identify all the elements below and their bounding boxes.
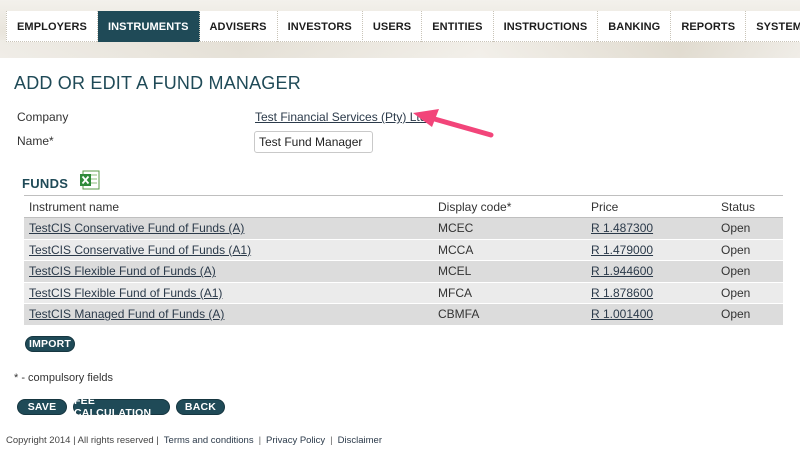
instrument-link[interactable]: TestCIS Flexible Fund of Funds (A1)	[29, 286, 222, 300]
table-row: TestCIS Conservative Fund of Funds (A1) …	[24, 239, 783, 261]
cell-code: MFCA	[433, 282, 586, 304]
instrument-link[interactable]: TestCIS Flexible Fund of Funds (A)	[29, 264, 216, 278]
instrument-link[interactable]: TestCIS Managed Fund of Funds (A)	[29, 307, 224, 321]
cell-code: MCCA	[433, 239, 586, 261]
name-label: Name*	[17, 134, 54, 148]
main-nav: EMPLOYERS INSTRUMENTS ADVISERS INVESTORS…	[6, 11, 800, 42]
nav-banking[interactable]: BANKING	[598, 11, 672, 42]
cell-price: R 1.001400	[586, 303, 716, 326]
column-header-price: Price	[586, 195, 716, 218]
cell-status: Open	[716, 239, 783, 261]
terms-link[interactable]: Terms and conditions	[164, 435, 254, 446]
instrument-link[interactable]: TestCIS Conservative Fund of Funds (A1)	[29, 243, 251, 257]
company-label: Company	[17, 110, 69, 124]
table-row: TestCIS Flexible Fund of Funds (A) MCEL …	[24, 260, 783, 283]
nav-system[interactable]: SYSTEM	[746, 11, 800, 42]
disclaimer-link[interactable]: Disclaimer	[338, 435, 382, 446]
funds-heading: FUNDS	[22, 176, 69, 191]
excel-icon[interactable]	[79, 170, 101, 190]
nav-advisers[interactable]: ADVISERS	[200, 11, 278, 42]
cell-price: R 1.878600	[586, 282, 716, 304]
cell-instrument: TestCIS Conservative Fund of Funds (A1)	[24, 239, 433, 261]
cell-price: R 1.944600	[586, 260, 716, 283]
table-row: TestCIS Flexible Fund of Funds (A1) MFCA…	[24, 282, 783, 304]
nav-instructions[interactable]: INSTRUCTIONS	[494, 11, 599, 42]
nav-employers[interactable]: EMPLOYERS	[7, 11, 98, 42]
page-title: ADD OR EDIT A FUND MANAGER	[14, 73, 301, 93]
import-button[interactable]: IMPORT	[25, 336, 75, 352]
price-link[interactable]: R 1.479000	[591, 243, 653, 257]
cell-status: Open	[716, 217, 783, 240]
annotation-arrow-icon	[413, 109, 494, 138]
cell-instrument: TestCIS Flexible Fund of Funds (A)	[24, 260, 433, 283]
footer-separator: |	[258, 435, 262, 446]
cell-code: MCEL	[433, 260, 586, 283]
cell-instrument: TestCIS Managed Fund of Funds (A)	[24, 303, 433, 326]
column-header-code: Display code*	[433, 195, 586, 218]
copyright-text: Copyright 2014 | All rights reserved |	[6, 435, 159, 446]
cell-instrument: TestCIS Conservative Fund of Funds (A)	[24, 217, 433, 240]
column-header-instrument: Instrument name	[24, 195, 433, 218]
company-link[interactable]: Test Financial Services (Pty) Ltd	[255, 110, 426, 124]
cell-status: Open	[716, 303, 783, 326]
cell-code: MCEC	[433, 217, 586, 240]
name-input[interactable]	[254, 131, 373, 153]
column-header-status: Status	[716, 195, 783, 218]
nav-users[interactable]: USERS	[363, 11, 423, 42]
nav-entities[interactable]: ENTITIES	[422, 11, 494, 42]
footer-separator: |	[330, 435, 333, 446]
price-link[interactable]: R 1.878600	[591, 286, 653, 300]
table-row: TestCIS Conservative Fund of Funds (A) M…	[24, 217, 783, 240]
cell-price: R 1.487300	[586, 217, 716, 240]
price-link[interactable]: R 1.944600	[591, 264, 653, 278]
cell-price: R 1.479000	[586, 239, 716, 261]
funds-table: Instrument name Display code* Price Stat…	[24, 195, 783, 326]
price-link[interactable]: R 1.001400	[591, 307, 653, 321]
fee-calculation-button[interactable]: FEE CALCULATION	[73, 395, 170, 419]
nav-investors[interactable]: INVESTORS	[278, 11, 363, 42]
cell-code: CBMFA	[433, 303, 586, 326]
compulsory-note: * - compulsory fields	[14, 372, 114, 384]
price-link[interactable]: R 1.487300	[591, 221, 653, 235]
back-button[interactable]: BACK	[176, 399, 225, 415]
privacy-link[interactable]: Privacy Policy	[266, 435, 325, 446]
nav-instruments[interactable]: INSTRUMENTS	[97, 11, 200, 42]
instrument-link[interactable]: TestCIS Conservative Fund of Funds (A)	[29, 221, 244, 235]
table-row: TestCIS Managed Fund of Funds (A) CBMFA …	[24, 303, 783, 326]
cell-status: Open	[716, 260, 783, 283]
save-button[interactable]: SAVE	[17, 399, 67, 415]
nav-reports[interactable]: REPORTS	[671, 11, 747, 42]
cell-instrument: TestCIS Flexible Fund of Funds (A1)	[24, 282, 433, 304]
cell-status: Open	[716, 282, 783, 304]
table-header-row: Instrument name Display code* Price Stat…	[24, 195, 783, 218]
footer: Copyright 2014 | All rights reserved | T…	[6, 435, 382, 446]
